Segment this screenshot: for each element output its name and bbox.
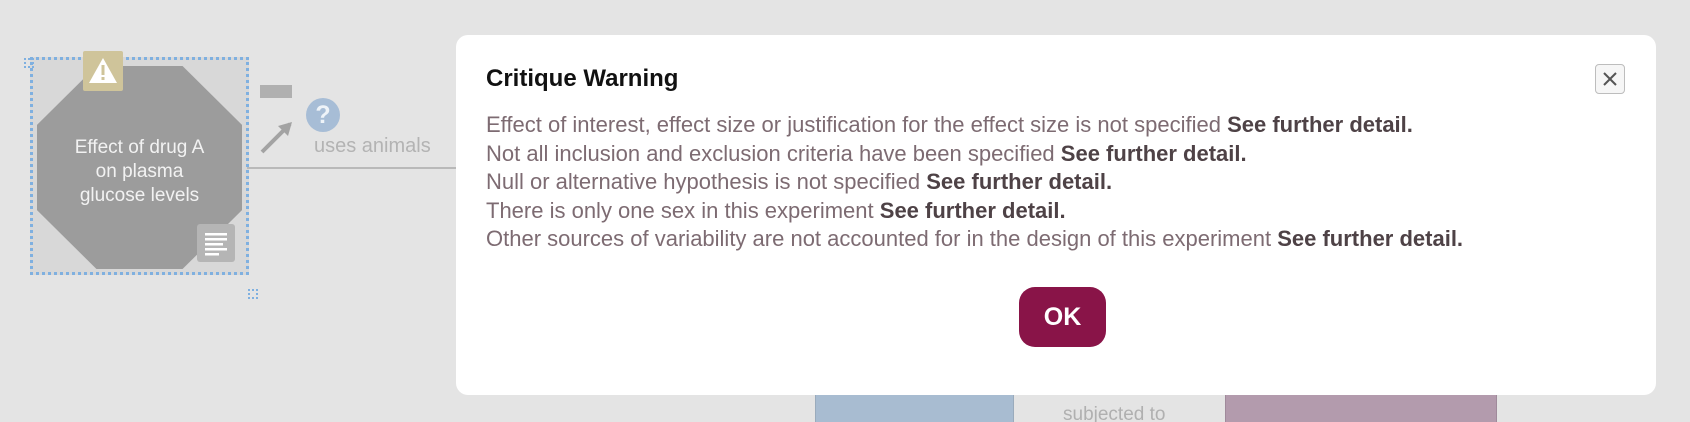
warning-text: Other sources of variability are not acc… — [486, 226, 1272, 251]
warning-message: Null or alternative hypothesis is not sp… — [486, 168, 1463, 197]
close-icon — [1603, 72, 1617, 86]
diagram-node-purple[interactable] — [1225, 394, 1497, 422]
diagram-canvas: Effect of drug A on plasma glucose level… — [0, 0, 1690, 422]
arrow-icon[interactable] — [258, 118, 296, 156]
see-further-detail-link[interactable]: See further detail. — [1227, 112, 1413, 137]
edge-label-bottom: subjected to — [1063, 404, 1166, 422]
see-further-detail-link[interactable]: See further detail. — [1061, 141, 1247, 166]
node-label-line: on plasma — [95, 161, 184, 182]
warning-text: There is only one sex in this experiment — [486, 197, 874, 223]
ok-button[interactable]: OK — [1019, 287, 1106, 347]
see-further-detail-link[interactable]: See further detail. — [1277, 226, 1463, 251]
warning-message: There is only one sex in this experiment… — [486, 197, 1463, 226]
resize-handle[interactable] — [248, 289, 258, 299]
warning-message: Effect of interest, effect size or justi… — [486, 111, 1463, 140]
close-button[interactable] — [1595, 64, 1625, 94]
edge-label: uses animals — [314, 135, 431, 157]
question-icon[interactable]: ? — [306, 98, 340, 132]
warning-text: Effect of interest, effect size or justi… — [486, 112, 1221, 137]
edge-line — [247, 167, 457, 169]
edge-handle[interactable] — [260, 85, 292, 98]
node-label-line: Effect of drug A — [74, 137, 205, 158]
resize-handle[interactable] — [24, 58, 34, 68]
node-label-line: glucose levels — [79, 185, 200, 206]
warning-message: Not all inclusion and exclusion criteria… — [486, 140, 1463, 169]
warning-text: Null or alternative hypothesis is not sp… — [486, 169, 921, 194]
diagram-node-blue[interactable] — [815, 394, 1014, 422]
warning-text: Not all inclusion and exclusion criteria… — [486, 140, 1055, 166]
critique-warning-dialog: Critique Warning Effect of interest, eff… — [456, 35, 1656, 395]
warning-message-list: Effect of interest, effect size or justi… — [486, 111, 1463, 254]
see-further-detail-link[interactable]: See further detail. — [926, 169, 1112, 194]
warning-triangle-icon[interactable] — [83, 51, 123, 91]
experiment-node-label: Effect of drug A on plasma glucose level… — [37, 136, 242, 208]
notes-icon[interactable] — [197, 224, 235, 262]
warning-message: Other sources of variability are not acc… — [486, 225, 1463, 254]
see-further-detail-link[interactable]: See further detail. — [880, 198, 1066, 223]
dialog-title: Critique Warning — [486, 65, 679, 92]
